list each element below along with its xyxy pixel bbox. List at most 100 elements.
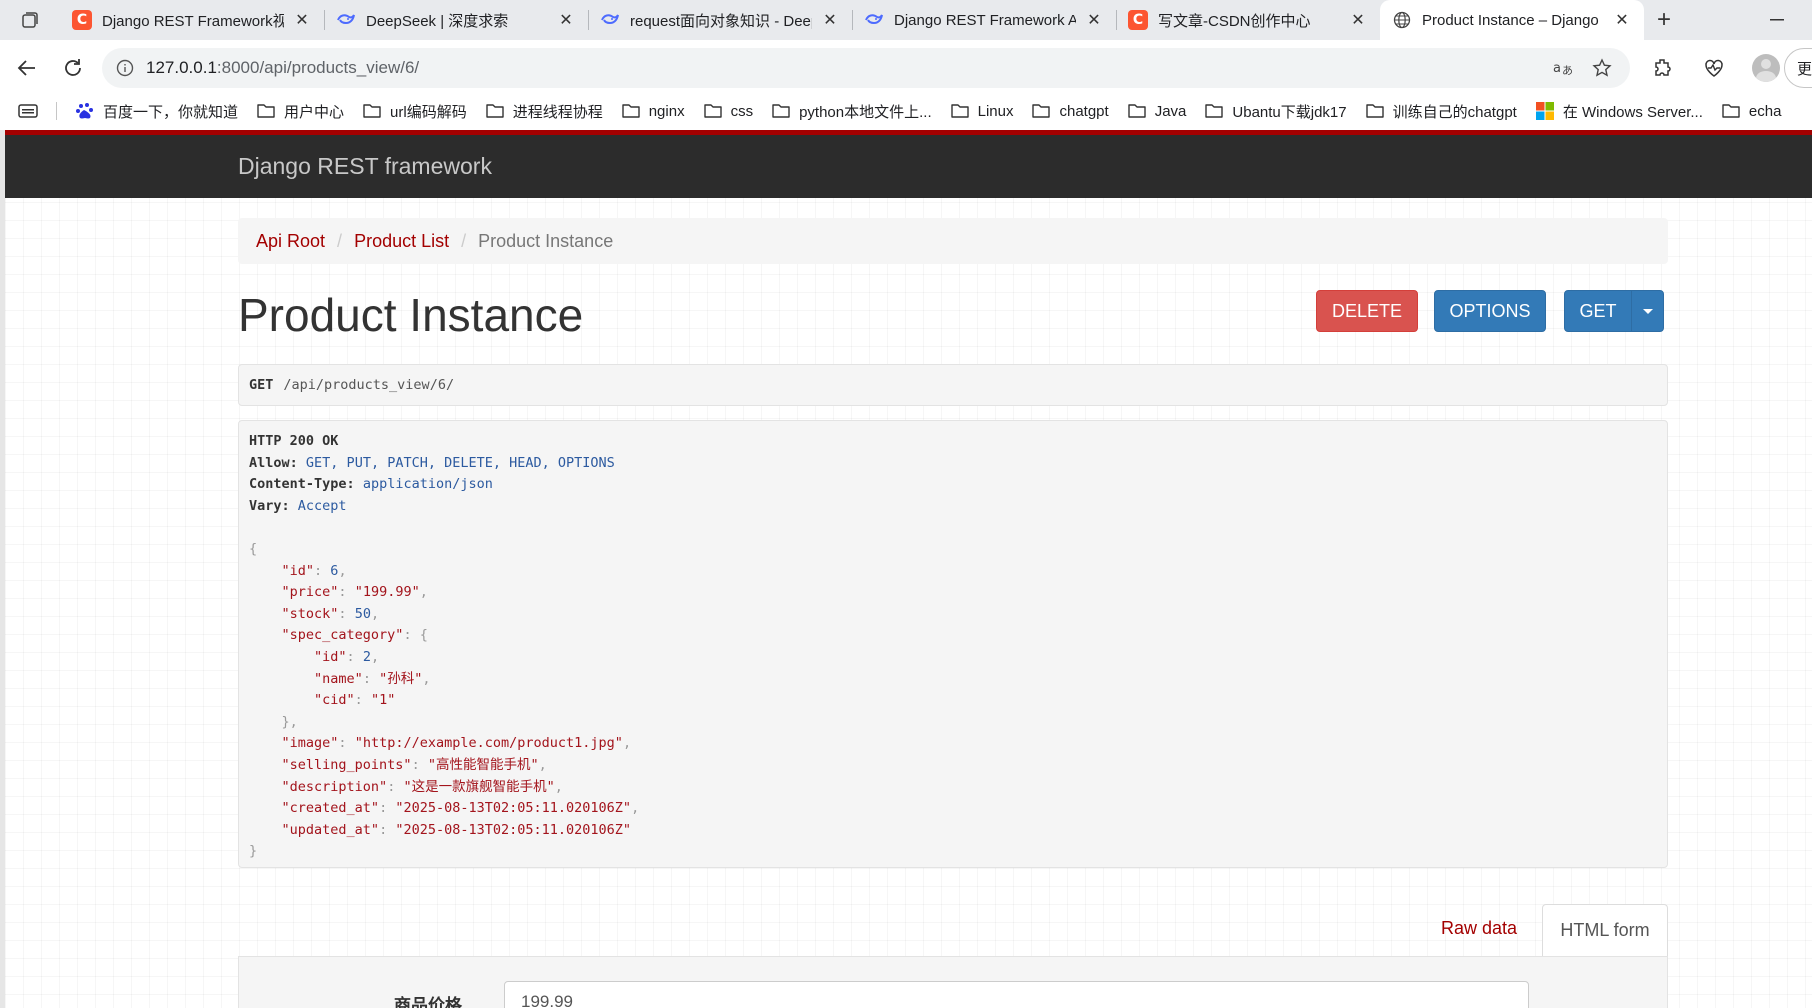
- json-value: "2025-08-13T02:05:11.020106Z": [395, 800, 632, 817]
- browser-tab[interactable]: C Django REST Framework视图 ✕: [60, 0, 324, 40]
- folder-icon: [256, 101, 276, 121]
- response-header-key: Content-Type:: [249, 476, 355, 493]
- bookmark-item[interactable]: Linux: [950, 101, 1013, 121]
- star-bookmark-icon[interactable]: [1588, 54, 1616, 82]
- breadcrumb: Api Root / Product List / Product Instan…: [238, 218, 1668, 264]
- close-tab-icon[interactable]: ✕: [290, 8, 314, 32]
- breadcrumb-separator: /: [337, 230, 343, 251]
- profile-avatar[interactable]: [1746, 48, 1786, 88]
- json-key: "updated_at": [281, 821, 380, 838]
- json-key: "cid": [314, 692, 355, 709]
- bookmark-item[interactable]: 用户中心: [256, 101, 344, 122]
- browser-tab[interactable]: request面向对象知识 - Deep ✕: [588, 0, 852, 40]
- breadcrumb-api-root[interactable]: Api Root: [256, 231, 325, 252]
- bookmark-item[interactable]: echa: [1721, 101, 1781, 121]
- url-path: :8000/api/products_view/6/: [216, 58, 420, 77]
- reload-icon: [65, 59, 81, 76]
- browser-tab[interactable]: Django REST Framework API ✕: [852, 0, 1116, 40]
- back-button[interactable]: [4, 48, 50, 88]
- folder-icon: [1721, 101, 1741, 121]
- json-value: "http://example.com/product1.jpg": [354, 735, 623, 752]
- title-row: Product Instance DELETE OPTIONS GET: [238, 264, 1668, 364]
- breadcrumb-current: Product Instance: [478, 230, 614, 251]
- minimize-window-button[interactable]: [1762, 8, 1792, 32]
- close-tab-icon[interactable]: ✕: [818, 8, 842, 32]
- bookmark-item[interactable]: nginx: [621, 101, 685, 121]
- baidu-icon: [75, 101, 95, 121]
- drf-brand-link[interactable]: Django REST framework: [238, 153, 492, 180]
- arrow-left-icon: [17, 60, 35, 76]
- folder-icon: [485, 101, 505, 121]
- json-value: 2: [362, 648, 371, 665]
- bookmark-item[interactable]: Java: [1127, 101, 1186, 121]
- bookmark-item[interactable]: python本地文件上...: [771, 101, 932, 122]
- extensions-icon[interactable]: [1642, 48, 1682, 88]
- json-key: "id": [314, 648, 347, 665]
- bookmark-label: nginx: [648, 102, 685, 120]
- bookmarks-divider: [56, 102, 57, 120]
- globe-icon: [1392, 10, 1412, 30]
- bookmark-item[interactable]: 进程线程协程: [485, 101, 603, 122]
- close-tab-icon[interactable]: ✕: [1610, 8, 1634, 32]
- request-info: GET /api/products_view/6/: [238, 364, 1668, 406]
- address-bar[interactable]: 127.0.0.1:8000/api/products_view/6/ aあ: [102, 48, 1630, 88]
- site-info-icon[interactable]: [116, 59, 134, 77]
- more-button[interactable]: 更多: [1784, 48, 1812, 88]
- bookmark-item[interactable]: 在 Windows Server...: [1535, 101, 1703, 122]
- tab-title: DeepSeek | 深度求索: [366, 12, 509, 30]
- folder-icon: [621, 101, 641, 121]
- windows-icon: [1535, 101, 1555, 121]
- deepseek-icon: [600, 10, 620, 30]
- tab-title: Django REST Framework视图: [102, 12, 284, 30]
- breadcrumb-product-list[interactable]: Product List: [354, 231, 449, 252]
- tab-html-form[interactable]: HTML form: [1542, 904, 1668, 956]
- page-content: Api Root / Product List / Product Instan…: [238, 218, 1668, 1008]
- page-viewport: Django REST framework Api Root / Product…: [0, 130, 1812, 1008]
- bookmark-label: python本地文件上...: [799, 103, 932, 121]
- json-value: 50: [354, 605, 371, 622]
- close-tab-icon[interactable]: ✕: [1346, 8, 1370, 32]
- tab-actions-icon[interactable]: [0, 0, 60, 40]
- json-value: "这是一款旗舰智能手机": [403, 778, 555, 795]
- folder-icon: [771, 101, 791, 121]
- html-form-panel: 商品价格: [238, 956, 1668, 1008]
- bookmark-label: 用户中心: [284, 103, 345, 121]
- csdn-icon: C: [1128, 10, 1148, 30]
- json-value: "199.99": [354, 584, 420, 601]
- options-button[interactable]: OPTIONS: [1434, 290, 1546, 332]
- json-key: "stock": [281, 605, 339, 622]
- bookmarks-menu-button[interactable]: [18, 103, 38, 119]
- browser-tab[interactable]: DeepSeek | 深度求索 ✕: [324, 0, 588, 40]
- price-input[interactable]: [504, 981, 1529, 1008]
- reload-button[interactable]: [50, 48, 96, 88]
- browser-tab[interactable]: Product Instance – Django R ✕: [1380, 0, 1644, 40]
- json-value: "高性能智能手机": [427, 756, 539, 773]
- deepseek-icon: [864, 10, 884, 30]
- browser-tab[interactable]: C 写文章-CSDN创作中心 ✕: [1116, 0, 1380, 40]
- response-header-value: application/json: [362, 476, 493, 493]
- bookmark-item[interactable]: Ubantu下载jdk17: [1204, 101, 1347, 122]
- tab-title: request面向对象知识 - Deep: [630, 12, 812, 30]
- bookmark-item[interactable]: 训练自己的chatgpt: [1365, 101, 1517, 122]
- response-status: HTTP 200 OK: [249, 433, 339, 449]
- new-tab-button[interactable]: +: [1644, 0, 1684, 40]
- performance-heart-icon[interactable]: [1694, 48, 1734, 88]
- folder-icon: [362, 101, 382, 121]
- bookmark-item[interactable]: chatgpt: [1031, 101, 1109, 121]
- bookmark-label: 百度一下，你就知道: [103, 103, 239, 121]
- get-format-dropdown[interactable]: [1631, 291, 1663, 331]
- url-text[interactable]: 127.0.0.1:8000/api/products_view/6/: [146, 58, 1540, 78]
- close-tab-icon[interactable]: ✕: [554, 8, 578, 32]
- translate-icon[interactable]: aあ: [1550, 54, 1578, 82]
- folder-icon: [1031, 101, 1051, 121]
- json-key: "selling_points": [281, 756, 412, 773]
- tab-raw-data[interactable]: Raw data: [1441, 918, 1517, 939]
- bookmark-item[interactable]: 百度一下，你就知道: [75, 101, 238, 122]
- bookmark-item[interactable]: css: [703, 101, 753, 121]
- close-tab-icon[interactable]: ✕: [1082, 8, 1106, 32]
- get-button[interactable]: GET: [1565, 301, 1631, 322]
- delete-button[interactable]: DELETE: [1316, 290, 1418, 332]
- bookmark-label: 在 Windows Server...: [1562, 103, 1703, 121]
- bookmark-item[interactable]: url编码解码: [362, 101, 467, 122]
- response-header-value: Accept: [297, 497, 347, 514]
